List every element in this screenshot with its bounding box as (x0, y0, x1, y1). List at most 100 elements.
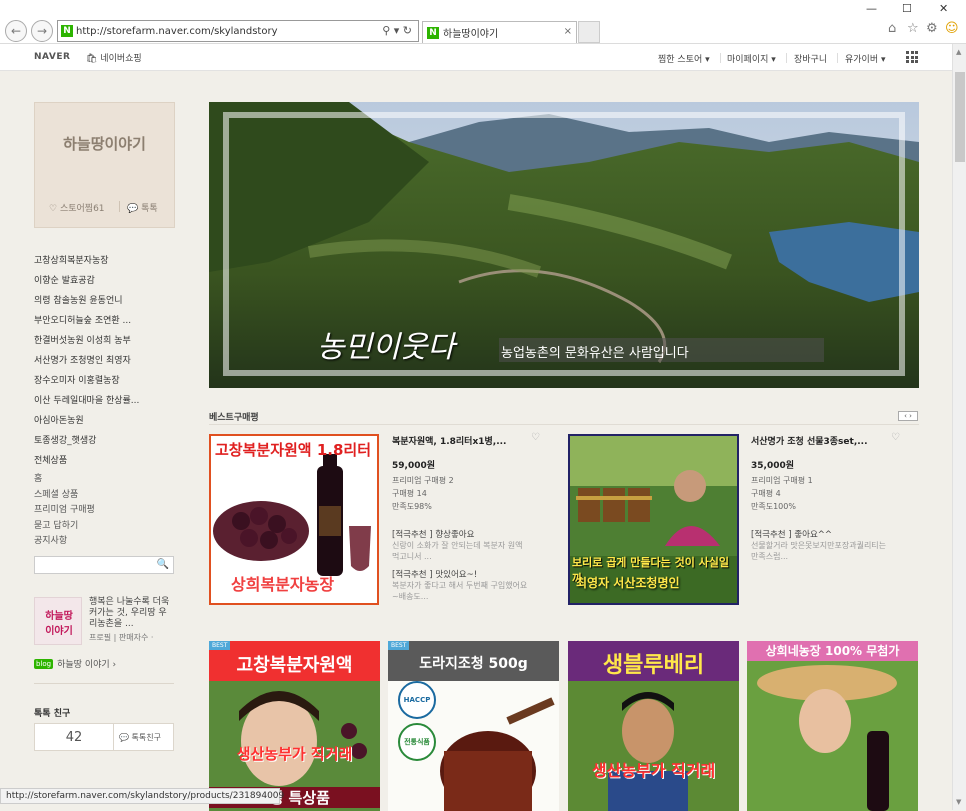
search-refresh-icon[interactable]: ⚲ ▾ ↻ (382, 24, 412, 37)
product-info: 서산명가 조청 선물3종set,... 35,000원 프리미엄 구매평 1 구… (751, 434, 891, 562)
tab-favicon-icon: N (427, 27, 439, 39)
minimize-icon[interactable]: — (866, 2, 877, 15)
naver-logo[interactable]: NAVER (34, 52, 70, 62)
menu-favorite-stores[interactable]: 찜한 스토어 ▾ (658, 52, 710, 65)
product-image[interactable]: 보리로 곱게 만들다는 것이 사실일까 최영자 서산조청명인 (568, 434, 739, 605)
product-card[interactable]: BEST 고창복분자원액 생산농부가 직거래 2병 특상품 (209, 641, 380, 811)
talk-friend-box: 42 💬 톡톡친구 (34, 723, 174, 751)
review-text[interactable]: 복분자가 좋다고 해서 두번째 구입했어요~배송도... (392, 580, 532, 602)
browser-status-bar: http://storefarm.naver.com/skylandstory/… (0, 788, 284, 804)
smiley-feedback-icon[interactable]: ☺ (945, 21, 959, 36)
product-card-title: 고창복분자원액 (236, 655, 353, 676)
page-scrollbar[interactable]: ▲ ▼ (952, 44, 966, 810)
wishlist-heart-icon[interactable]: ♡ (891, 432, 900, 443)
divider (209, 424, 919, 425)
category-item[interactable]: 토종생강_햇생강 (34, 433, 179, 453)
category-item[interactable]: 부안오디허늘숲 조연환 ... (34, 313, 179, 333)
product-info: 복분자원액, 1.8리터x1병,... 59,000원 프리미엄 구매평 2 구… (392, 434, 532, 602)
home-icon[interactable]: ⌂ (888, 21, 896, 36)
category-item[interactable]: 한결버섯농원 이성희 농부 (34, 333, 179, 353)
profile-thumb-text: 이야기 (45, 626, 73, 637)
product-reviews: 구매평 14 (392, 489, 427, 498)
product-image[interactable]: 고창복분자원액 1.8리터 상희복분자농장 (209, 434, 379, 605)
product-premium-reviews: 프리미엄 구매평 1 (751, 476, 813, 485)
product-title[interactable]: 서산명가 조청 선물3종set,... (751, 434, 891, 447)
product-card[interactable]: 생블루베리 생산농부가 직거래 (568, 641, 739, 811)
product-card[interactable]: 상희네농장 100% 무첨가 (747, 641, 918, 811)
product-card-subtitle: 생산농부가 직거래 (236, 745, 353, 763)
divider (34, 683, 174, 684)
haccp-badge: HACCP (398, 681, 436, 719)
category-item[interactable]: 서산명가 조청명인 최영자 (34, 353, 179, 373)
review-text[interactable]: 선물할거라 맛은못보지만포장과퀄리티는만족스럽... (751, 540, 891, 562)
review-text[interactable]: 신랑이 소화가 잘 안되는데 복분자 원액 먹고니서 ... (392, 540, 532, 562)
submenu-notice[interactable]: 공지사항 (34, 533, 179, 549)
scroll-down-icon[interactable]: ▼ (956, 798, 961, 806)
search-icon[interactable]: 🔍 (157, 559, 169, 570)
favorites-star-icon[interactable]: ☆ (907, 21, 919, 36)
category-item[interactable]: 장수오미자 이홍렬농장 (34, 373, 179, 393)
product-card-subtitle: 생산농부가 직거래 (591, 761, 716, 780)
scroll-up-icon[interactable]: ▲ (956, 48, 961, 56)
close-window-icon[interactable]: ✕ (939, 2, 948, 15)
category-item-all[interactable]: 전체상품 (34, 453, 179, 473)
profile-description: 행복은 나눌수록 더욱 커가는 것, 우리땅 우리농촌을 ... (89, 597, 170, 629)
best-badge: BEST (209, 641, 231, 650)
category-item[interactable]: 이산 두레일대마을 한상률... (34, 393, 179, 413)
naver-global-nav: NAVER 🛍 네이버쇼핑 찜한 스토어 ▾ 마이페이지 ▾ 장바구니 유가이버… (0, 44, 952, 71)
submenu-qna[interactable]: 묻고 답하기 (34, 518, 179, 534)
submenu-premium-review[interactable]: 프리미엄 구매평 (34, 502, 179, 518)
traditional-food-badge: 전통식품 (398, 723, 436, 761)
tab-title: 하늘땅이야기 (443, 29, 499, 40)
naver-shopping-link[interactable]: 🛍 네이버쇼핑 (86, 51, 142, 64)
menu-mypage[interactable]: 마이페이지 ▾ (727, 52, 776, 65)
category-item[interactable]: 고창상희복분자농장 (34, 253, 179, 273)
profile-thumbnail[interactable]: 하늘땅 이야기 (34, 597, 82, 645)
maximize-icon[interactable]: ☐ (902, 2, 912, 15)
naver-favicon-icon: N (61, 25, 73, 37)
address-bar[interactable]: N http://storefarm.naver.com/skylandstor… (57, 20, 419, 42)
product-image-brand: 최영자 서산조청명인 (576, 576, 680, 590)
new-tab-button[interactable] (578, 21, 600, 43)
product-card[interactable]: BEST 도라지조청 500g HACCP 전통식품 (388, 641, 559, 811)
app-grid-icon[interactable] (906, 51, 918, 63)
review-headline: [적극추천 ] 좋아요^^ (751, 530, 833, 540)
add-talk-friend-button[interactable]: 💬 톡톡친구 (119, 732, 161, 743)
wishlist-heart-icon[interactable]: ♡ (531, 432, 540, 443)
product-title[interactable]: 복분자원액, 1.8리터x1병,... (392, 434, 532, 447)
store-zzim-button[interactable]: ♡ 스토어찜61 (49, 201, 105, 214)
review-headline: [적극추천 ] 향상좋아요 (392, 530, 475, 540)
category-item[interactable]: 이향순 발효공감 (34, 273, 179, 293)
category-item[interactable]: 아심아돈농원 (34, 413, 179, 433)
forward-button[interactable]: → (31, 20, 53, 42)
talktalk-button[interactable]: 💬 톡톡 (127, 201, 158, 214)
product-card-title: 생블루베리 (602, 653, 705, 678)
banner-caption: 농업농촌의 문화유산은 사람입니다 (501, 346, 689, 361)
submenu-special[interactable]: 스페셜 상품 (34, 487, 179, 503)
category-item[interactable]: 의령 참솔농원 윤동언니 (34, 293, 179, 313)
product-card-title: 상희네농장 100% 무첨가 (765, 644, 900, 658)
store-name[interactable]: 하늘땅이야기 (35, 133, 174, 154)
store-search-input[interactable]: 🔍 (34, 556, 174, 574)
banner-calligraphy: 농민이웃다 (317, 330, 455, 365)
browser-tab[interactable]: N 하늘땅이야기 × (422, 21, 577, 43)
menu-user[interactable]: 유가이버 ▾ (845, 52, 886, 65)
best-review-paging[interactable]: ‹ › (898, 411, 918, 421)
store-banner[interactable]: 농민이웃다 농업농촌의 문화유산은 사람입니다 (209, 102, 919, 388)
product-reviews: 구매평 4 (751, 489, 781, 498)
store-sub-menu: 홈 스페셜 상품 프리미엄 구매평 묻고 답하기 공지사항 (34, 471, 179, 549)
blog-icon: blog (34, 658, 54, 669)
scroll-thumb[interactable] (955, 72, 965, 162)
back-button[interactable]: ← (5, 20, 27, 42)
settings-gear-icon[interactable]: ⚙ (926, 21, 938, 36)
menu-divider (837, 53, 838, 63)
submenu-home[interactable]: 홈 (34, 471, 179, 487)
farmer-with-bottle-image (747, 661, 918, 811)
tab-close-icon[interactable]: × (564, 26, 572, 37)
menu-cart[interactable]: 장바구니 (794, 52, 827, 65)
talk-friend-count: 42 (65, 730, 83, 745)
divider (119, 201, 120, 212)
blog-link[interactable]: blog 하늘땅 이야기 › (34, 657, 116, 670)
product-satisfaction: 만족도98% (392, 502, 432, 511)
profile-meta[interactable]: 프로필 | 판매자수 · (89, 632, 153, 643)
